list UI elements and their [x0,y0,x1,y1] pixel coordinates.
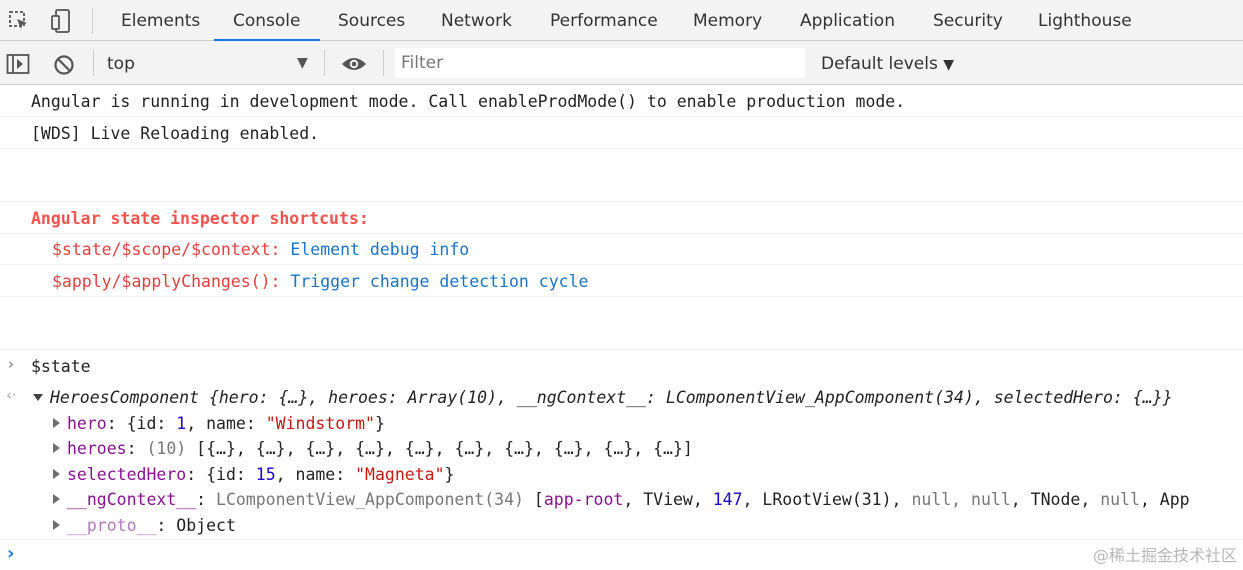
tab-separator [92,8,93,34]
result-summary[interactable]: HeroesComponent {hero: {…}, heroes: Arra… [33,388,1173,407]
input-command-text: $state [31,357,91,376]
chevron-down-icon: ▼ [943,57,954,73]
console-prompt[interactable]: › [0,541,1243,570]
expand-triangle-icon [53,468,60,479]
inspector-title: Angular state inspector shortcuts: [31,209,369,228]
shortcut-key: $state/$scope/$context: [52,240,281,259]
toolbar-separator [383,50,384,76]
context-selector[interactable]: top [107,54,135,74]
console-input-echo: › $state [0,350,1243,383]
shortcut-line: $state/$scope/$context: Element debug in… [52,240,469,259]
property-selected-hero[interactable]: selectedHero: {id: 15, name: "Magneta"} [53,465,454,484]
message-text: [WDS] Live Reloading enabled. [31,124,320,143]
console-message: Angular state inspector shortcuts: [0,202,1243,234]
clear-console-icon[interactable] [51,52,77,78]
log-levels-dropdown[interactable]: Default levels ▼ [821,54,954,74]
property-proto[interactable]: __proto__: Object [53,516,236,535]
sidebar-toggle-icon[interactable] [5,52,31,76]
input-chevron-icon: › [8,355,14,373]
expand-triangle-icon [53,417,60,428]
console-message: [WDS] Live Reloading enabled. [0,117,1243,149]
inspect-element-icon[interactable] [6,8,32,34]
expand-triangle-icon [33,394,43,401]
context-dropdown-arrow-icon[interactable]: ▼ [297,55,308,71]
live-expression-eye-icon[interactable] [340,52,368,76]
console-message: $apply/$applyChanges(): Trigger change d… [0,265,1243,297]
result-arrow-icon: ‹· [6,386,17,404]
property-hero[interactable]: hero: {id: 1, name: "Windstorm"} [53,414,385,433]
tab-performance[interactable]: Performance [550,0,658,40]
expand-triangle-icon [53,442,60,453]
prompt-chevron-icon: › [7,543,15,564]
tab-lighthouse[interactable]: Lighthouse [1038,0,1132,40]
console-message: Angular is running in development mode. … [0,86,1243,117]
tab-security[interactable]: Security [933,0,1003,40]
console-message: $state/$scope/$context: Element debug in… [0,234,1243,265]
message-text: Angular is running in development mode. … [31,92,906,111]
toolbar-separator [93,50,94,76]
console-message-empty [0,149,1243,202]
toolbar-separator [324,50,325,76]
tab-sources[interactable]: Sources [338,0,405,40]
expand-triangle-icon [53,493,60,504]
tab-application[interactable]: Application [800,0,895,40]
filter-input[interactable] [395,48,805,78]
tab-elements[interactable]: Elements [121,0,200,40]
tab-network[interactable]: Network [441,0,512,40]
device-toolbar-icon[interactable] [48,7,74,35]
tab-memory[interactable]: Memory [693,0,762,40]
shortcut-desc: Trigger change detection cycle [290,272,589,291]
watermark: @稀土掘金技术社区 [1092,546,1237,565]
console-message-empty [0,297,1243,350]
log-levels-label: Default levels [821,54,938,74]
property-ng-context[interactable]: __ngContext__: LComponentView_AppCompone… [53,490,1190,509]
shortcut-desc: Element debug info [290,240,470,259]
expand-triangle-icon [53,519,60,530]
shortcut-line: $apply/$applyChanges(): Trigger change d… [52,272,588,291]
property-heroes[interactable]: heroes: (10) [{…}, {…}, {…}, {…}, {…}, {… [53,439,693,458]
shortcut-key: $apply/$applyChanges(): [52,272,281,291]
tab-console[interactable]: Console [233,0,301,40]
console-result: ‹· HeroesComponent {hero: {…}, heroes: A… [0,383,1243,540]
